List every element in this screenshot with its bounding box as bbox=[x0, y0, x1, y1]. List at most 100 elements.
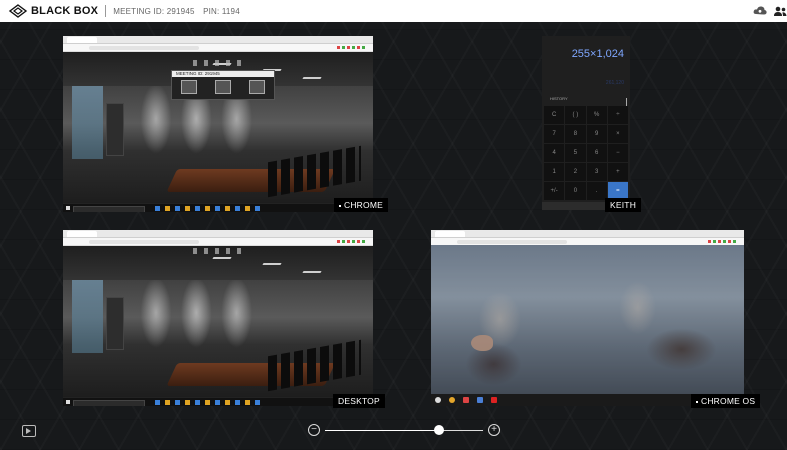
tile-desktop[interactable] bbox=[63, 230, 373, 406]
calculator-key: × bbox=[607, 125, 628, 143]
zoom-track-fill bbox=[325, 429, 439, 431]
browser-tabstrip bbox=[63, 230, 373, 238]
calculator-result-preview: 261,120 bbox=[605, 80, 624, 86]
calculator-key: 0 bbox=[565, 182, 586, 200]
share-screen-icon[interactable] bbox=[22, 425, 36, 437]
meeting-pin: PIN: 1194 bbox=[203, 6, 240, 16]
calculator-key: . bbox=[586, 182, 607, 200]
windows-taskbar bbox=[63, 203, 373, 212]
participants-icon[interactable] bbox=[773, 5, 787, 17]
audience-image bbox=[431, 245, 744, 394]
browser-url-field bbox=[89, 45, 199, 50]
calculator-key: 8 bbox=[565, 125, 586, 143]
calculator-key: 9 bbox=[586, 125, 607, 143]
calculator-key: +/- bbox=[544, 182, 565, 200]
browser-extension-icons bbox=[337, 46, 367, 49]
browser-tab bbox=[67, 37, 97, 43]
calculator-key: % bbox=[586, 106, 607, 124]
calculator-history-label: HISTORY bbox=[550, 96, 568, 101]
docs-icon bbox=[477, 397, 483, 403]
calculator-key: C bbox=[544, 106, 565, 124]
calculator-key: 3 bbox=[586, 163, 607, 181]
meeting-id: MEETING ID: 291945 bbox=[113, 6, 195, 16]
browser-address-bar bbox=[63, 238, 373, 246]
browser-tab bbox=[67, 231, 97, 237]
tile-label-chrome-os: CHROME OS bbox=[691, 394, 761, 408]
tile-chrome-os[interactable] bbox=[431, 230, 744, 406]
browser-url-field bbox=[89, 239, 199, 244]
tile-label-text: KEITH bbox=[610, 200, 637, 210]
present-icon bbox=[215, 80, 231, 94]
gmail-icon bbox=[463, 397, 469, 403]
embedded-toolbar-icons bbox=[193, 248, 243, 254]
browser-extension-icons bbox=[337, 240, 367, 243]
calculator-key: 5 bbox=[565, 144, 586, 162]
calculator-key: 7 bbox=[544, 125, 565, 143]
image-overlay bbox=[431, 245, 744, 394]
browser-url-field bbox=[457, 239, 567, 244]
calculator-keypad: C ( ) % ÷ 7 8 9 × 4 5 6 − 1 2 3 + +/- 0 … bbox=[544, 106, 628, 200]
embedded-toolbar-icons bbox=[193, 60, 243, 66]
zoom-slider[interactable]: − + bbox=[308, 422, 500, 438]
zoom-thumb[interactable] bbox=[433, 425, 444, 435]
calculator-key: + bbox=[607, 163, 628, 181]
embedded-meeting-control: MEETING ID: 291945 bbox=[171, 70, 275, 100]
fullscreen-icon bbox=[181, 80, 197, 94]
meeting-room-image bbox=[63, 245, 373, 406]
calculator-key: ÷ bbox=[607, 106, 628, 124]
calculator-key: 6 bbox=[586, 144, 607, 162]
tile-label-text: CHROME OS bbox=[701, 396, 756, 406]
ceiling-light bbox=[212, 257, 232, 259]
label-dot bbox=[696, 400, 698, 403]
browser-tab bbox=[435, 231, 465, 237]
tile-label-text: DESKTOP bbox=[338, 396, 380, 406]
embedded-meeting-buttons bbox=[172, 77, 274, 94]
brand-name: BLACK BOX bbox=[31, 5, 99, 17]
tile-label-keith: KEITH bbox=[605, 198, 642, 212]
calculator-scrollbar bbox=[626, 98, 627, 106]
browser-tabstrip bbox=[431, 230, 744, 238]
ceiling-light bbox=[302, 271, 322, 273]
tile-chrome[interactable]: MEETING ID: 291945 bbox=[63, 36, 373, 212]
calculator-key: 4 bbox=[544, 144, 565, 162]
tile-label-desktop: DESKTOP bbox=[333, 394, 385, 408]
calculator-display: 255×1,024 bbox=[571, 48, 624, 60]
calculator-key: − bbox=[607, 144, 628, 162]
room-window bbox=[72, 280, 104, 353]
header-icons bbox=[747, 0, 787, 22]
pause-icon bbox=[249, 80, 265, 94]
room-window bbox=[72, 86, 104, 159]
browser-extension-icons bbox=[708, 240, 738, 243]
tile-keith-calculator[interactable]: 255×1,024 261,120 HISTORY C ( ) % ÷ 7 8 … bbox=[542, 36, 630, 210]
chrome-icon bbox=[449, 397, 455, 403]
brand-logo: BLACK BOX bbox=[8, 4, 98, 18]
label-dot bbox=[339, 204, 341, 207]
launcher-icon bbox=[435, 397, 441, 403]
browser-tabstrip bbox=[63, 36, 373, 44]
windows-start-icon bbox=[66, 206, 70, 210]
taskbar-apps bbox=[155, 399, 265, 405]
calculator-key: ( ) bbox=[565, 106, 586, 124]
windows-start-icon bbox=[66, 400, 70, 404]
calculator-key: 2 bbox=[565, 163, 586, 181]
taskbar-search bbox=[73, 205, 145, 212]
logo-diamond-icon bbox=[8, 4, 28, 18]
windows-taskbar bbox=[63, 397, 373, 406]
taskbar-apps bbox=[155, 205, 265, 211]
ceiling-light bbox=[262, 263, 282, 265]
cloud-settings-icon[interactable] bbox=[753, 5, 767, 17]
meeting-info: MEETING ID: 291945 PIN: 1194 bbox=[113, 7, 246, 16]
tile-label-text: CHROME bbox=[344, 200, 383, 210]
taskbar-search bbox=[73, 399, 145, 406]
top-bar: BLACK BOX MEETING ID: 291945 PIN: 1194 bbox=[0, 0, 787, 22]
room-door bbox=[106, 296, 124, 351]
zoom-in-icon[interactable]: + bbox=[488, 424, 500, 436]
header-divider bbox=[105, 5, 107, 17]
zoom-out-icon[interactable]: − bbox=[308, 424, 320, 436]
ceiling-light bbox=[302, 77, 322, 79]
browser-address-bar bbox=[63, 44, 373, 52]
youtube-icon bbox=[491, 397, 497, 403]
tile-label-chrome: CHROME bbox=[334, 198, 388, 212]
room-door bbox=[106, 102, 124, 157]
calculator-key: 1 bbox=[544, 163, 565, 181]
